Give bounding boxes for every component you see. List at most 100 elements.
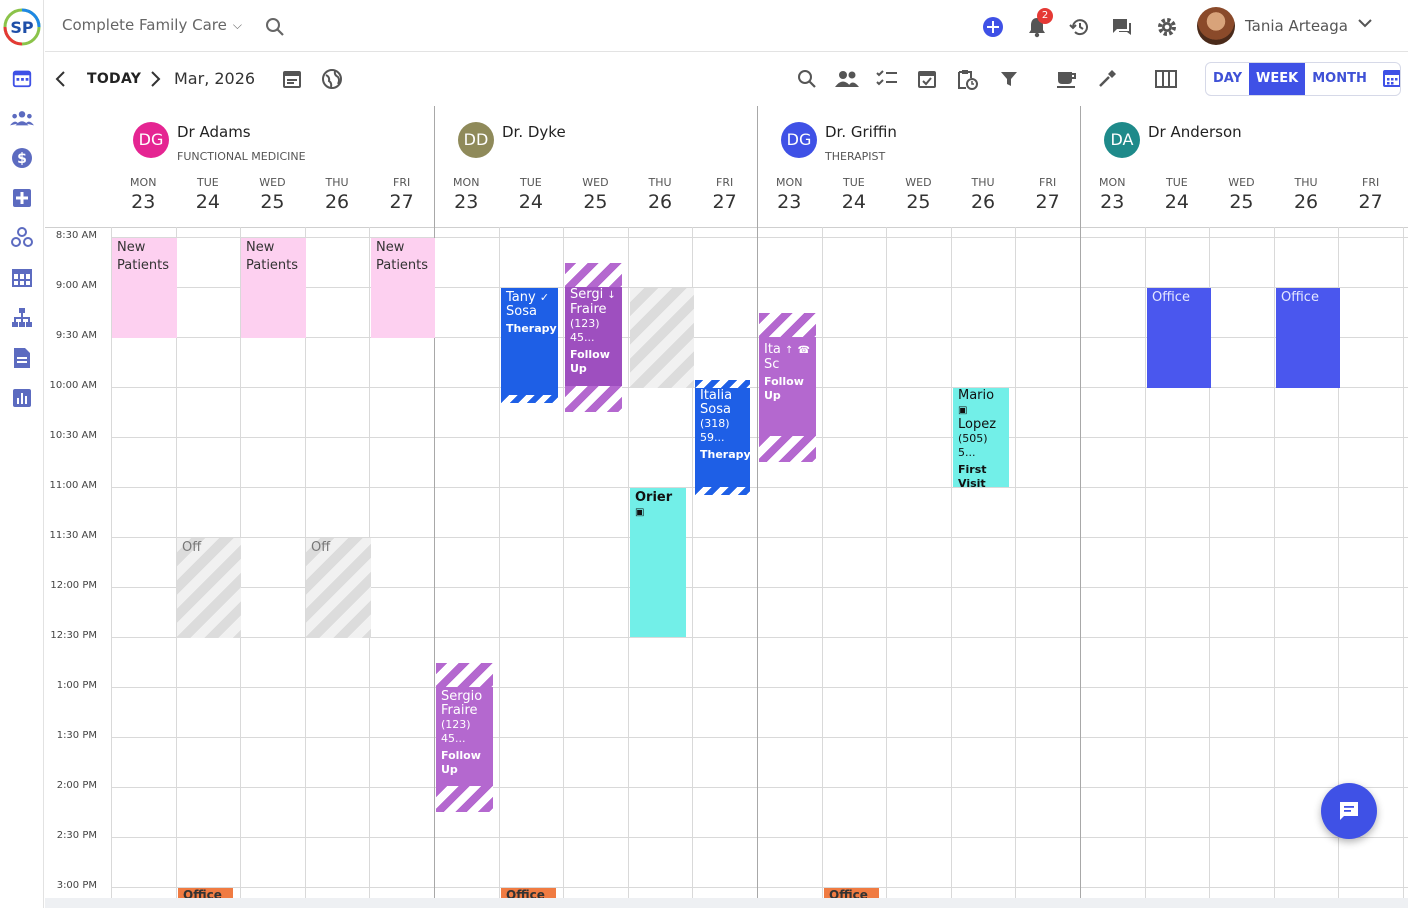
- event-off[interactable]: Off: [306, 538, 371, 638]
- table-icon[interactable]: [10, 266, 34, 290]
- event-follow-up[interactable]: Ita ↑ ☎ Sc Follow Up: [759, 313, 816, 462]
- provider-name: Dr. Dyke: [502, 123, 566, 141]
- view-switcher: DAY WEEK MONTH: [1205, 62, 1401, 96]
- horizontal-scrollbar[interactable]: [45, 898, 1408, 908]
- day-date: 23: [454, 191, 479, 213]
- billing-icon[interactable]: $: [10, 146, 34, 170]
- day-header[interactable]: THU 26: [305, 176, 370, 213]
- day-divider: [1403, 227, 1404, 898]
- event-therapy[interactable]: Tany ✓ Sosa Therapy: [501, 288, 558, 403]
- event-therapy[interactable]: Italia Sosa (318) 59... Therapy: [695, 380, 750, 495]
- time-label: 10:30 AM: [49, 430, 97, 441]
- providers-icon[interactable]: [835, 67, 859, 91]
- day-header[interactable]: FRI 27: [692, 176, 757, 213]
- current-month: Mar, 2026: [174, 69, 256, 88]
- calendar-icon[interactable]: [1374, 63, 1400, 95]
- day-header[interactable]: FRI 27: [1015, 176, 1080, 213]
- day-header[interactable]: TUE 24: [1145, 176, 1210, 213]
- day-header[interactable]: FRI 27: [369, 176, 434, 213]
- event-new-patients[interactable]: New Patients: [371, 238, 435, 338]
- patient-phone: (505) 5...: [958, 432, 988, 459]
- day-header[interactable]: MON 23: [1080, 176, 1145, 213]
- provider-name: Dr. Griffin: [825, 123, 897, 141]
- chat-icon[interactable]: [1110, 15, 1134, 39]
- filter-icon[interactable]: [997, 67, 1021, 91]
- event-follow-up[interactable]: Sergi ↓ Fraire (123) 45... Follow Up: [565, 263, 622, 412]
- patients-icon[interactable]: [10, 106, 34, 130]
- event-video-visit[interactable]: Orier ▣: [630, 488, 686, 637]
- org-chart-icon[interactable]: [10, 306, 34, 330]
- event-follow-up[interactable]: Sergio Fraire (123) 45... Follow Up: [436, 663, 493, 812]
- document-icon[interactable]: [10, 346, 34, 370]
- day-header[interactable]: FRI 27: [1338, 176, 1403, 213]
- calendar-icon[interactable]: [10, 66, 34, 90]
- day-header[interactable]: WED 25: [886, 176, 951, 213]
- prev-week-button[interactable]: [51, 68, 71, 90]
- calendar-check-icon[interactable]: [915, 67, 939, 91]
- clipboard-clock-icon[interactable]: [955, 67, 979, 91]
- provider-divider: [434, 106, 435, 898]
- day-header[interactable]: MON 23: [757, 176, 822, 213]
- event-office[interactable]: Office: [1147, 288, 1211, 388]
- day-header[interactable]: THU 26: [951, 176, 1016, 213]
- day-divider: [886, 227, 887, 898]
- user-name[interactable]: Tania Arteaga: [1245, 17, 1348, 35]
- view-day-button[interactable]: DAY: [1206, 63, 1249, 95]
- add-icon[interactable]: [981, 15, 1005, 39]
- gear-icon[interactable]: [1155, 15, 1179, 39]
- day-header[interactable]: THU 26: [628, 176, 693, 213]
- view-week-button[interactable]: WEEK: [1249, 63, 1306, 95]
- day-header[interactable]: MON 23: [434, 176, 499, 213]
- event-office[interactable]: Office: [824, 888, 879, 898]
- chevron-down-icon[interactable]: [1353, 11, 1377, 35]
- next-week-button[interactable]: [145, 68, 165, 90]
- day-header[interactable]: MON 23: [111, 176, 176, 213]
- day-header[interactable]: TUE 24: [822, 176, 887, 213]
- day-header[interactable]: WED 25: [563, 176, 628, 213]
- event-office[interactable]: Office: [178, 888, 233, 898]
- day-of-week: THU: [971, 176, 995, 189]
- history-icon[interactable]: [1068, 15, 1092, 39]
- message-icon: [1340, 802, 1358, 820]
- check-circle-icon: ✓: [539, 291, 550, 304]
- day-date: 26: [647, 191, 673, 213]
- chat-fab-button[interactable]: [1321, 783, 1377, 839]
- event-first-visit[interactable]: Mario ▣ Lopez (505) 5... First Visit: [953, 388, 1009, 487]
- eyedropper-icon[interactable]: [1095, 67, 1119, 91]
- practice-selector[interactable]: Complete Family Care ⌵: [62, 16, 242, 34]
- clinical-icon[interactable]: [10, 186, 34, 210]
- event-new-patients[interactable]: New Patients: [241, 238, 306, 338]
- day-divider: [628, 227, 629, 898]
- event-new-patients[interactable]: New Patients: [112, 238, 177, 338]
- search-icon[interactable]: [263, 15, 287, 39]
- app-logo[interactable]: SP: [3, 8, 41, 46]
- today-button[interactable]: TODAY: [87, 71, 141, 87]
- day-header[interactable]: THU 26: [1274, 176, 1339, 213]
- network-icon[interactable]: [10, 226, 34, 250]
- event-off[interactable]: Off: [177, 538, 241, 638]
- day-date: 23: [131, 191, 156, 213]
- day-divider: [499, 227, 500, 898]
- view-month-button[interactable]: MONTH: [1305, 63, 1374, 95]
- day-header[interactable]: WED 25: [240, 176, 305, 213]
- date-picker-icon[interactable]: [280, 67, 304, 91]
- day-header[interactable]: TUE 24: [176, 176, 241, 213]
- event-office[interactable]: Office: [1276, 288, 1340, 388]
- day-header[interactable]: TUE 24: [499, 176, 564, 213]
- reports-icon[interactable]: [10, 386, 34, 410]
- day-header[interactable]: WED 25: [1209, 176, 1274, 213]
- globe-icon[interactable]: [320, 67, 344, 91]
- checklist-icon[interactable]: [875, 67, 899, 91]
- day-of-week: WED: [259, 176, 286, 189]
- patient-name: Tany: [506, 290, 536, 305]
- time-label: 11:00 AM: [49, 480, 97, 491]
- day-of-week: WED: [582, 176, 609, 189]
- bell-icon[interactable]: 2: [1025, 8, 1053, 39]
- provider-divider: [757, 106, 758, 898]
- coffee-break-icon[interactable]: [1055, 67, 1079, 91]
- avatar[interactable]: [1197, 7, 1235, 45]
- time-label: 12:00 PM: [50, 580, 97, 591]
- search-icon[interactable]: [795, 67, 819, 91]
- columns-icon[interactable]: [1154, 67, 1178, 91]
- event-office[interactable]: Office: [501, 888, 556, 898]
